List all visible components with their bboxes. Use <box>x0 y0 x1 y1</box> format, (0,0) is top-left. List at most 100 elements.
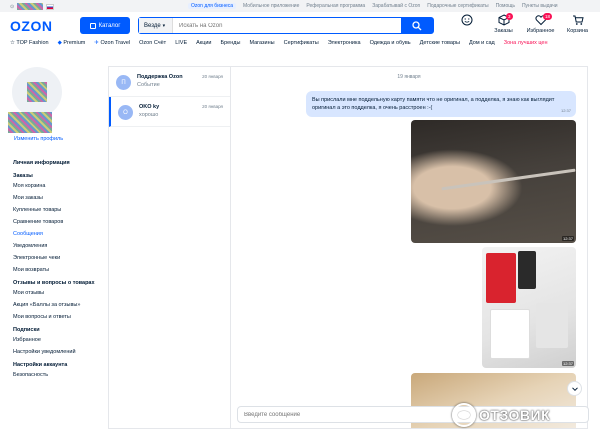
photo-attachment-cable[interactable]: 12:37 <box>411 120 576 243</box>
nav-item-top-fashion[interactable]: ☆ TOP Fashion <box>10 40 49 46</box>
nav-item-premium[interactable]: ◆ Premium <box>58 40 86 46</box>
catalog-button[interactable]: Каталог <box>80 17 130 34</box>
avatar[interactable] <box>12 67 62 117</box>
nav-item-certificates[interactable]: Сертификаты <box>284 40 319 46</box>
chat-date: 20 января <box>202 74 223 79</box>
username-redacted <box>8 112 52 133</box>
chat-item-seller[interactable]: O OKO ky хорошо 20 января <box>109 97 230 127</box>
orders-button[interactable]: 3 Заказы <box>485 13 522 34</box>
photo-content <box>490 309 530 359</box>
chat-date: 20 января <box>202 104 223 109</box>
section-personal-info[interactable]: Личная информация <box>13 160 95 166</box>
chat-preview: Событие <box>137 82 160 88</box>
photo-content <box>486 253 516 303</box>
sidebar-item-cart[interactable]: Моя корзина <box>13 183 95 189</box>
sidebar-item-purchased[interactable]: Купленные товары <box>13 207 95 213</box>
chat-avatar: П <box>116 75 131 90</box>
search-button[interactable] <box>401 18 433 33</box>
section-subscriptions: Подписки <box>13 327 40 333</box>
search-scope-label: Везде <box>144 22 161 29</box>
grid-icon <box>89 22 96 29</box>
photo-time: 12:37 <box>561 361 574 366</box>
top-strip: ⊙ Ozon для бизнеса Мобильное приложение … <box>0 0 600 12</box>
nav-item-travel[interactable]: ✈ Ozon Travel <box>94 40 130 46</box>
chat-name: Поддержка Ozon <box>137 74 183 80</box>
nav-item-best-prices[interactable]: Зона лучших цен <box>504 40 548 46</box>
sidebar-item-favorites[interactable]: Избранное <box>13 337 95 343</box>
nav-item-electronics[interactable]: Электроника <box>328 40 361 46</box>
message-time: 12:37 <box>560 108 571 113</box>
chat-item-support[interactable]: П Поддержка Ozon Событие 20 января <box>109 67 230 97</box>
photo-time: 12:37 <box>561 236 574 241</box>
conversation-panel: 19 января Вы прислали мне поддельную кар… <box>231 66 588 429</box>
avatar-image-redacted <box>27 82 47 102</box>
sidebar-item-messages[interactable]: Сообщения <box>13 231 95 237</box>
location-text-redacted <box>17 3 44 10</box>
sidebar-item-notification-settings[interactable]: Настройки уведомлений <box>13 349 95 355</box>
sidebar-item-returns[interactable]: Мои возвраты <box>13 267 95 273</box>
profile-button[interactable] <box>448 14 485 34</box>
eye-logo-icon <box>452 403 476 427</box>
top-link-referral[interactable]: Реферальная программа <box>306 3 365 9</box>
scroll-down-button[interactable] <box>567 381 582 396</box>
nav-item-clothing[interactable]: Одежда и обувь <box>370 40 411 46</box>
cart-label: Корзина <box>567 28 588 34</box>
category-nav: ☆ TOP Fashion ◆ Premium ✈ Ozon Travel Oz… <box>10 40 600 46</box>
search-bar: Везде ▾ <box>138 17 434 34</box>
search-icon <box>412 20 422 30</box>
top-link-pickup[interactable]: Пункты выдачи <box>522 3 558 9</box>
search-input[interactable] <box>173 22 401 29</box>
chevron-down-icon: ▾ <box>162 22 166 29</box>
orders-label: Заказы <box>494 28 513 34</box>
cart-button[interactable]: Корзина <box>559 14 596 34</box>
nav-label: Ozon Travel <box>100 40 131 46</box>
nav-item-kids[interactable]: Детские товары <box>420 40 460 46</box>
flag-icon[interactable] <box>46 3 55 10</box>
sidebar-item-review-points[interactable]: Акция «Баллы за отзывы» <box>13 302 95 308</box>
catalog-label: Каталог <box>98 22 121 29</box>
edit-profile-link[interactable]: Изменить профиль <box>14 136 63 142</box>
section-orders: Заказы <box>13 173 33 179</box>
nav-item-account[interactable]: Ozon Счёт <box>139 40 166 46</box>
favorites-label: Избранное <box>526 28 555 34</box>
nav-item-promos[interactable]: Акции <box>196 40 211 46</box>
sidebar-item-orders[interactable]: Мои заказы <box>13 195 95 201</box>
premium-icon: ◆ <box>57 40 62 46</box>
top-link-earn[interactable]: Зарабатывай с Ozon <box>372 3 420 9</box>
chat-avatar: O <box>118 105 133 120</box>
header-icons: 3 Заказы 18 Избранное Корзина <box>448 13 596 34</box>
otzovik-watermark: ОТЗОВИК <box>452 403 550 427</box>
cart-icon <box>572 15 584 25</box>
top-link-app[interactable]: Мобильное приложение <box>243 3 299 9</box>
sidebar-item-notifications[interactable]: Уведомления <box>13 243 95 249</box>
photo-attachment-memory-cards[interactable]: 12:37 <box>482 247 576 368</box>
smile-icon <box>461 14 472 26</box>
top-link-gift-cards[interactable]: Подарочные сертификаты <box>427 3 488 9</box>
nav-item-brands[interactable]: Бренды <box>221 40 241 46</box>
sidebar-item-receipts[interactable]: Электронные чеки <box>13 255 95 261</box>
sidebar-item-questions[interactable]: Мои вопросы и ответы <box>13 314 95 320</box>
sidebar-item-compare[interactable]: Сравнение товаров <box>13 219 95 225</box>
section-reviews: Отзывы и вопросы о товарах <box>13 280 95 286</box>
nav-item-home[interactable]: Дом и сад <box>469 40 495 46</box>
orders-badge: 3 <box>506 13 513 20</box>
ozon-logo[interactable]: OZON <box>10 18 52 34</box>
chat-list: П Поддержка Ozon Событие 20 января O OKO… <box>108 66 231 429</box>
sidebar-item-security[interactable]: Безопасность <box>13 372 95 378</box>
sidebar-item-my-reviews[interactable]: Мои отзывы <box>13 290 95 296</box>
nav-item-shops[interactable]: Магазины <box>249 40 274 46</box>
favorites-button[interactable]: 18 Избранное <box>522 13 559 34</box>
location-selector[interactable]: ⊙ <box>10 3 55 10</box>
top-links: Ozon для бизнеса Мобильное приложение Ре… <box>188 3 558 9</box>
nav-label: TOP Fashion <box>16 40 49 46</box>
search-scope-select[interactable]: Везде ▾ <box>139 18 173 33</box>
photo-content <box>518 251 536 289</box>
top-link-help[interactable]: Помощь <box>496 3 515 9</box>
photo-content <box>441 168 576 191</box>
watermark-text: ОТЗОВИК <box>479 407 551 423</box>
location-pin-icon: ⊙ <box>10 3 15 10</box>
plane-icon: ✈ <box>94 40 99 46</box>
section-account-settings: Настройки аккаунта <box>13 362 68 368</box>
nav-item-live[interactable]: LIVE <box>175 40 187 46</box>
top-link-business[interactable]: Ozon для бизнеса <box>188 3 237 9</box>
